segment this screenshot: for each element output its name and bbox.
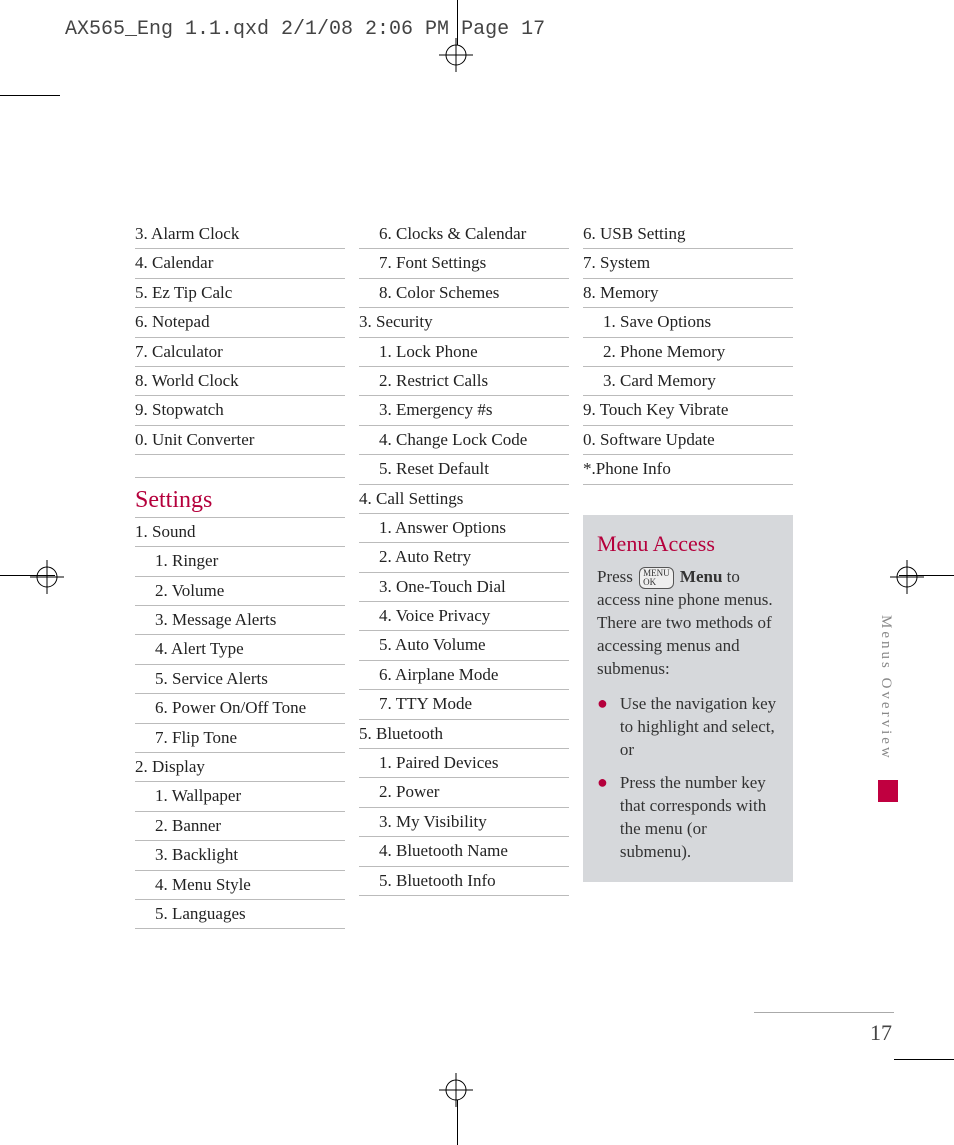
menu-item: 4. Bluetooth Name: [359, 837, 569, 866]
page-rule: [754, 1012, 894, 1013]
column-1: 3. Alarm Clock4. Calendar5. Ez Tip Calc6…: [135, 220, 345, 929]
crop-mark: [0, 95, 60, 96]
menu-item: 7. Font Settings: [359, 249, 569, 278]
menu-item: 5. Ez Tip Calc: [135, 279, 345, 308]
menu-item: 6. Power On/Off Tone: [135, 694, 345, 723]
registration-mark-icon: [439, 38, 473, 72]
menu-access-title: Menu Access: [597, 529, 779, 559]
menu-item: 0. Software Update: [583, 426, 793, 455]
menu-item: 3. My Visibility: [359, 808, 569, 837]
menu-item: 1. Save Options: [583, 308, 793, 337]
menu-item: 3. Security: [359, 308, 569, 337]
menu-item: 7. TTY Mode: [359, 690, 569, 719]
menu-item: 1. Paired Devices: [359, 749, 569, 778]
bullet-text: Use the navigation key to highlight and …: [620, 693, 779, 762]
menu-item: 7. Flip Tone: [135, 724, 345, 753]
menu-item: 3. One-Touch Dial: [359, 573, 569, 602]
info-bullet: ●Press the number key that corresponds w…: [597, 772, 779, 864]
menu-item: 4. Calendar: [135, 249, 345, 278]
menu-item: 2. Volume: [135, 577, 345, 606]
side-accent-bar: [878, 780, 898, 802]
menu-item: 5. Auto Volume: [359, 631, 569, 660]
bullet-dot-icon: ●: [597, 772, 608, 864]
info-bullet: ●Use the navigation key to highlight and…: [597, 693, 779, 762]
menu-item: 2. Display: [135, 753, 345, 782]
settings-heading: Settings: [135, 484, 345, 518]
menu-item: 9. Touch Key Vibrate: [583, 396, 793, 425]
menu-item: *.Phone Info: [583, 455, 793, 484]
menu-item: 5. Service Alerts: [135, 665, 345, 694]
crop-mark: [894, 1059, 954, 1060]
menu-item: 3. Backlight: [135, 841, 345, 870]
menu-access-box: Menu Access Press MENUOK Menu to access …: [583, 515, 793, 882]
menu-item: 3. Emergency #s: [359, 396, 569, 425]
menu-item: 5. Languages: [135, 900, 345, 929]
registration-mark-icon: [30, 560, 64, 594]
print-header: AX565_Eng 1.1.qxd 2/1/08 2:06 PM Page 17: [65, 18, 545, 41]
menu-item: 5. Bluetooth Info: [359, 867, 569, 896]
column-3: 6. USB Setting7. System8. Memory1. Save …: [583, 220, 793, 929]
menu-item: 2. Power: [359, 778, 569, 807]
menu-ok-key-icon: MENUOK: [639, 567, 674, 589]
column-2: 6. Clocks & Calendar7. Font Settings8. C…: [359, 220, 569, 929]
registration-mark-icon: [439, 1073, 473, 1107]
menu-item: 3. Alarm Clock: [135, 220, 345, 249]
menu-item: 6. USB Setting: [583, 220, 793, 249]
menu-item: 1. Answer Options: [359, 514, 569, 543]
menu-item: 8. World Clock: [135, 367, 345, 396]
menu-item: 9. Stopwatch: [135, 396, 345, 425]
menu-item: 2. Banner: [135, 812, 345, 841]
menu-item: 8. Memory: [583, 279, 793, 308]
menu-item: 6. Notepad: [135, 308, 345, 337]
menu-item: 4. Menu Style: [135, 871, 345, 900]
menu-access-body: Press MENUOK Menu to access nine phone m…: [597, 566, 779, 681]
menu-item: 4. Voice Privacy: [359, 602, 569, 631]
menu-item: 4. Call Settings: [359, 485, 569, 514]
menu-item: 1. Ringer: [135, 547, 345, 576]
bullet-dot-icon: ●: [597, 693, 608, 762]
menu-item: 1. Lock Phone: [359, 338, 569, 367]
menu-item: 6. Airplane Mode: [359, 661, 569, 690]
page-number: 17: [870, 1020, 892, 1046]
side-section-label: Menus Overview: [877, 615, 894, 761]
menu-item: 6. Clocks & Calendar: [359, 220, 569, 249]
menu-item: 5. Reset Default: [359, 455, 569, 484]
menu-item: 3. Card Memory: [583, 367, 793, 396]
menu-item: 4. Change Lock Code: [359, 426, 569, 455]
menu-item: 2. Auto Retry: [359, 543, 569, 572]
menu-item: 2. Phone Memory: [583, 338, 793, 367]
menu-item: 8. Color Schemes: [359, 279, 569, 308]
registration-mark-icon: [890, 560, 924, 594]
menu-item: 5. Bluetooth: [359, 720, 569, 749]
menu-item: 1. Wallpaper: [135, 782, 345, 811]
menu-item: 7. System: [583, 249, 793, 278]
menu-item: 7. Calculator: [135, 338, 345, 367]
bullet-text: Press the number key that corresponds wi…: [620, 772, 779, 864]
menu-item: 2. Restrict Calls: [359, 367, 569, 396]
menu-item: 1. Sound: [135, 518, 345, 547]
menu-item: 4. Alert Type: [135, 635, 345, 664]
menu-item: 3. Message Alerts: [135, 606, 345, 635]
menu-item: 0. Unit Converter: [135, 426, 345, 455]
